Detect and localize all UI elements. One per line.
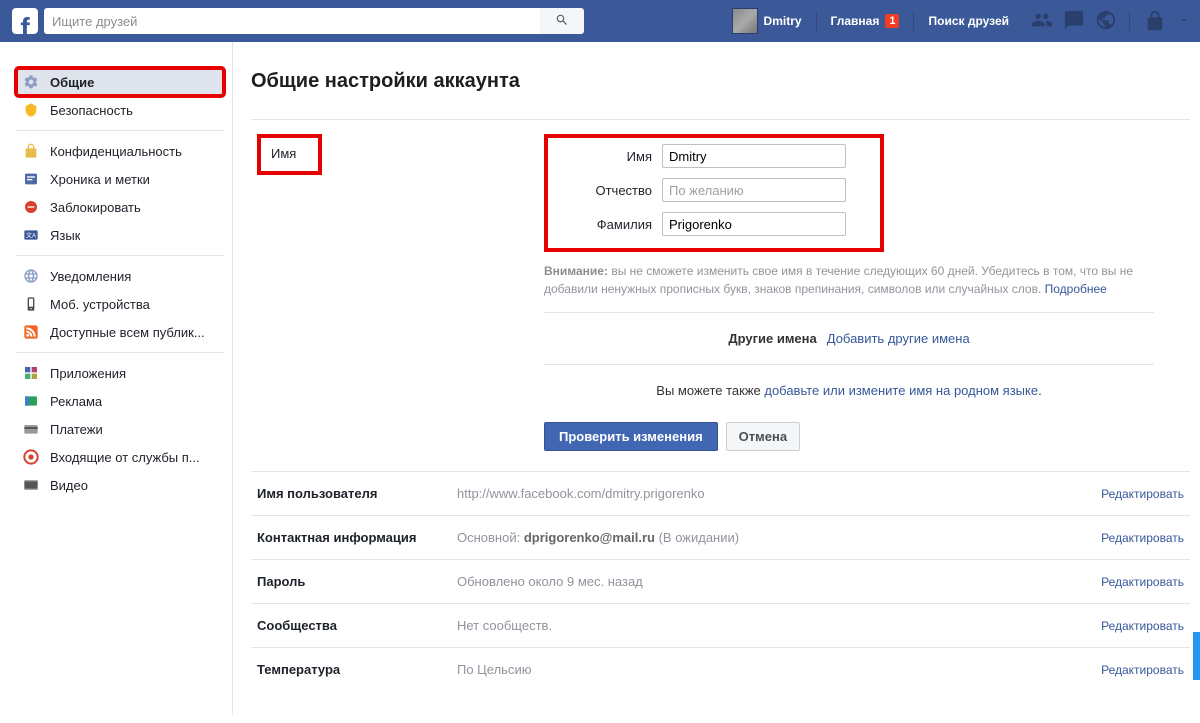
messages-icon[interactable] [1063,9,1085,34]
first-name-input[interactable] [662,144,846,168]
profile-link[interactable]: Dmitry [722,8,812,34]
sidebar-item-label: Видео [50,478,88,493]
row-contact: Контактная информация Основной: dprigore… [251,515,1190,559]
sidebar-item-label: Уведомления [50,269,131,284]
ads-icon [22,392,40,410]
search-input[interactable] [44,8,540,34]
name-change-note: Внимание: вы не сможете изменить свое им… [544,262,1154,298]
sidebar-item-label: Язык [50,228,80,243]
topbar: f Dmitry Главная 1 Поиск друзей [0,0,1200,42]
sidebar-item-label: Доступные всем публик... [50,325,205,340]
sidebar-item-timeline[interactable]: Хроника и метки [16,165,224,193]
sidebar-item-language[interactable]: 文A Язык [16,221,224,249]
sidebar-item-ads[interactable]: Реклама [16,387,224,415]
top-nav: Dmitry Главная 1 Поиск друзей [722,8,1019,34]
middle-name-label: Отчество [580,183,652,198]
middle-name-input[interactable] [662,178,846,202]
edit-contact-link[interactable]: Редактировать [1101,531,1184,545]
find-friends-link[interactable]: Поиск друзей [918,8,1019,34]
sidebar-item-label: Общие [50,75,94,90]
row-username: Имя пользователя http://www.facebook.com… [251,471,1190,515]
sidebar-item-privacy[interactable]: Конфиденциальность [16,137,224,165]
edit-password-link[interactable]: Редактировать [1101,575,1184,589]
native-name-note: Вы можете также добавьте или измените им… [544,379,1154,402]
page-title: Общие настройки аккаунта [251,70,1190,93]
search-icon [555,13,569,30]
learn-more-link[interactable]: Подробнее [1045,282,1107,296]
apps-icon [22,364,40,382]
sidebar-item-video[interactable]: Видео [16,471,224,499]
account-menu-icon[interactable] [1178,14,1190,29]
home-link[interactable]: Главная 1 [821,8,910,34]
name-section: Имя Имя Отчество Фамилия [251,119,1190,471]
native-name-link[interactable]: добавьте или измените имя на родном язык… [764,383,1038,398]
privacy-shortcuts-icon[interactable] [1142,8,1168,34]
user-name: Dmitry [764,14,802,28]
settings-main: Общие настройки аккаунта Имя Имя Отчеств… [232,42,1200,715]
home-badge: 1 [885,14,899,28]
sidebar-item-payments[interactable]: Платежи [16,415,224,443]
language-icon: 文A [22,226,40,244]
cancel-button[interactable]: Отмена [726,422,800,451]
add-other-names-link[interactable]: Добавить другие имена [827,331,970,346]
sidebar-item-label: Заблокировать [50,200,141,215]
block-icon [22,198,40,216]
sidebar-item-mobile[interactable]: Моб. устройства [16,290,224,318]
first-name-label: Имя [580,149,652,164]
sidebar-item-support[interactable]: Входящие от службы п... [16,443,224,471]
sidebar-item-publicposts[interactable]: Доступные всем публик... [16,318,224,346]
row-temperature: Температура По Цельсию Редактировать [251,647,1190,691]
sidebar-item-notifications[interactable]: Уведомления [16,262,224,290]
avatar [732,8,758,34]
row-networks: Сообщества Нет сообществ. Редактировать [251,603,1190,647]
phone-icon [22,295,40,313]
video-icon [22,476,40,494]
friend-requests-icon[interactable] [1031,9,1053,34]
lock-icon [22,142,40,160]
sidebar-item-label: Безопасность [50,103,133,118]
rss-icon [22,323,40,341]
gears-icon [22,73,40,91]
globe-icon [22,267,40,285]
shield-icon [22,101,40,119]
search-wrap [44,8,584,34]
page-body: Общие Безопасность Конфиденциальность Хрони… [0,42,1200,715]
edit-username-link[interactable]: Редактировать [1101,487,1184,501]
notifications-icon[interactable] [1095,9,1117,34]
settings-sidebar: Общие Безопасность Конфиденциальность Хрони… [0,42,232,715]
last-name-input[interactable] [662,212,846,236]
sidebar-item-label: Конфиденциальность [50,144,182,159]
payments-icon [22,420,40,438]
sidebar-item-general[interactable]: Общие [16,68,224,96]
scrollbar-thumb[interactable] [1193,632,1200,680]
sidebar-item-security[interactable]: Безопасность [16,96,224,124]
top-icons [1019,8,1190,34]
sidebar-item-label: Реклама [50,394,102,409]
facebook-logo[interactable]: f [12,8,38,34]
review-changes-button[interactable]: Проверить изменения [544,422,718,451]
sidebar-item-label: Моб. устройства [50,297,150,312]
name-section-heading: Имя [257,134,322,175]
sidebar-item-apps[interactable]: Приложения [16,359,224,387]
edit-networks-link[interactable]: Редактировать [1101,619,1184,633]
name-form: Имя Отчество Фамилия [544,134,884,252]
card-icon [22,170,40,188]
edit-temperature-link[interactable]: Редактировать [1101,663,1184,677]
other-names-row: Другие имена Добавить другие имена [544,327,1154,350]
sidebar-item-label: Входящие от службы п... [50,450,200,465]
sidebar-item-blocking[interactable]: Заблокировать [16,193,224,221]
sidebar-item-label: Платежи [50,422,103,437]
last-name-label: Фамилия [580,217,652,232]
row-password: Пароль Обновлено около 9 мес. назад Реда… [251,559,1190,603]
support-icon [22,448,40,466]
search-button[interactable] [540,8,584,34]
sidebar-item-label: Приложения [50,366,126,381]
sidebar-item-label: Хроника и метки [50,172,150,187]
